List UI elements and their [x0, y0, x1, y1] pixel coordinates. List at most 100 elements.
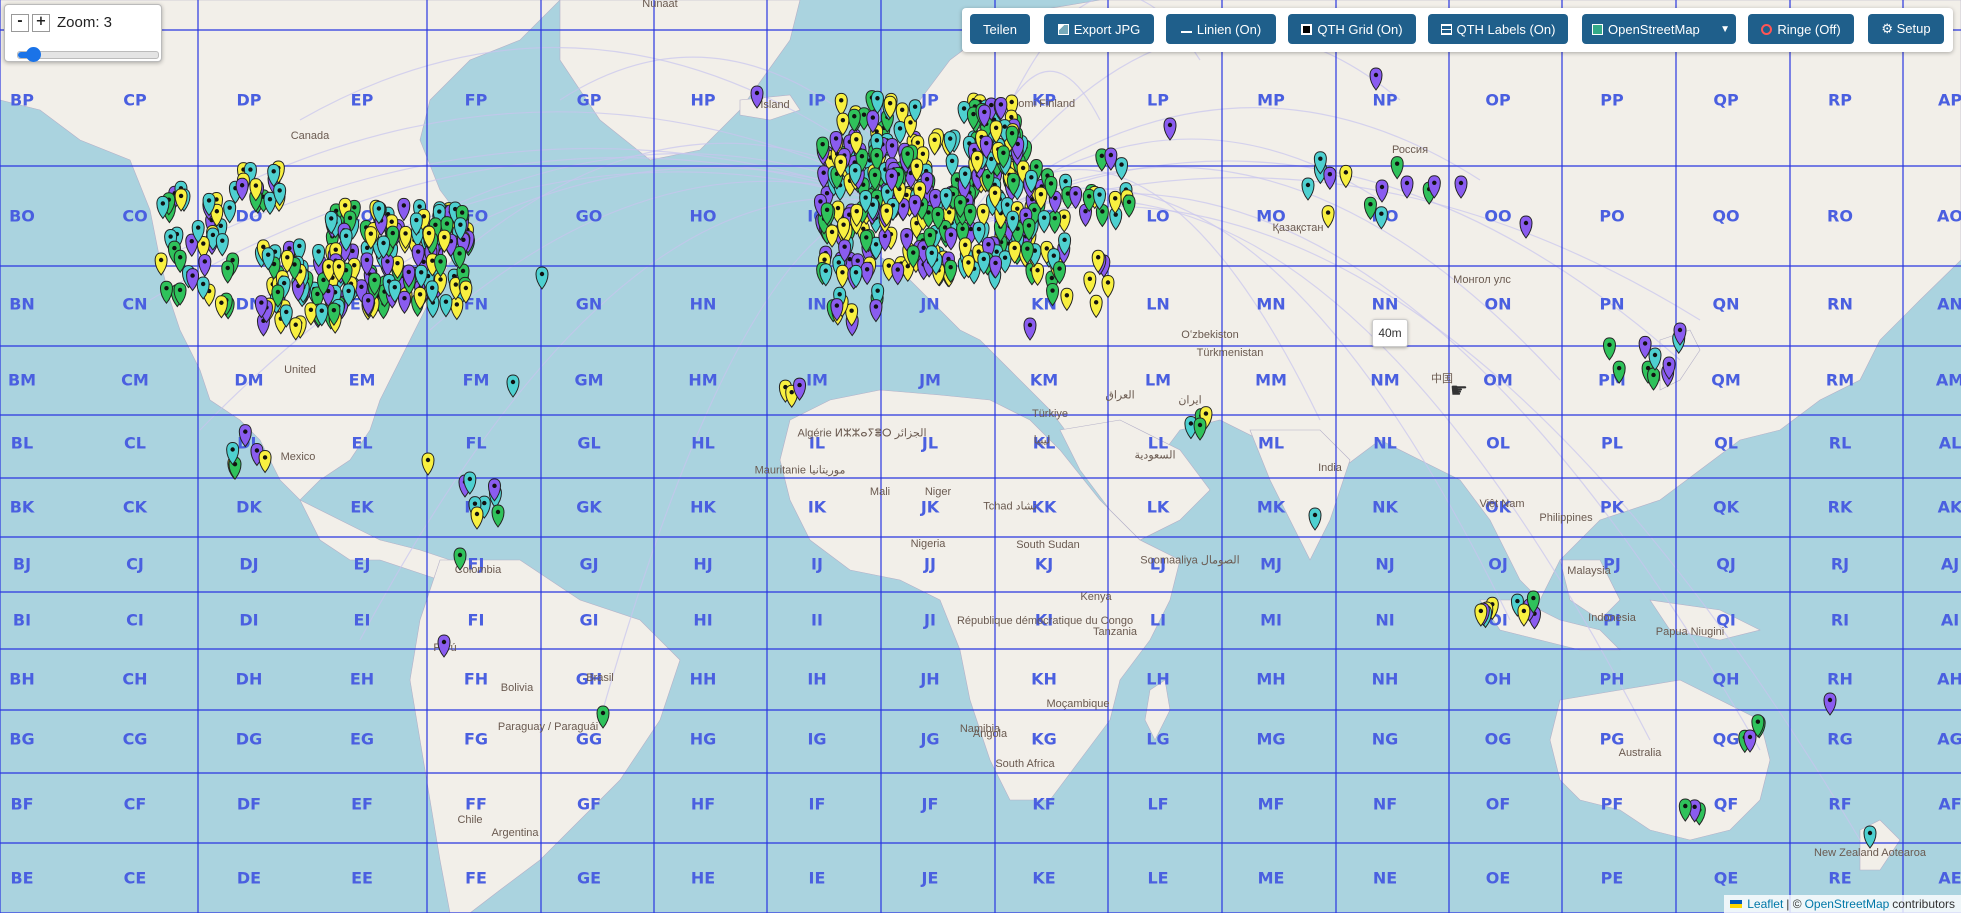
qth-grid-toggle-button[interactable]: QTH Grid (On) [1288, 14, 1416, 44]
map-icon [1592, 23, 1603, 35]
station-marker [1369, 67, 1383, 91]
station-marker [159, 280, 173, 305]
station-marker [258, 449, 272, 474]
station-marker [891, 262, 905, 286]
station-marker [1647, 367, 1661, 391]
export-label: Export JPG [1073, 21, 1141, 37]
lines-label: Linien (On) [1196, 21, 1262, 37]
station-marker [1083, 271, 1097, 295]
image-icon [1057, 23, 1069, 35]
station-marker [238, 424, 252, 448]
station-marker [1519, 215, 1533, 239]
basemap-selected: OpenStreetMap [1608, 21, 1700, 37]
station-marker [1454, 175, 1468, 199]
station-marker [491, 504, 505, 528]
station-marker [215, 233, 229, 257]
qth-labels-toggle-button[interactable]: QTH Labels (On) [1428, 14, 1568, 44]
attribution-separator: | © [1786, 897, 1802, 911]
station-marker [869, 299, 883, 323]
station-marker [1602, 337, 1616, 361]
station-marker [1339, 164, 1353, 189]
line-icon [1180, 31, 1192, 33]
station-marker [928, 132, 942, 156]
qth-labels-label: QTH Labels (On) [1456, 21, 1556, 37]
station-marker [453, 547, 467, 571]
zoom-slider[interactable] [17, 47, 159, 62]
station-marker [596, 705, 610, 729]
zoom-control: - + Zoom: 3 [4, 4, 162, 62]
station-marker [1363, 196, 1377, 221]
station-marker [1048, 210, 1062, 234]
station-marker [221, 260, 235, 284]
station-marker [437, 634, 451, 658]
station-marker [1400, 175, 1414, 199]
grid-labels-icon [1440, 23, 1452, 35]
station-marker [198, 253, 212, 278]
station-marker [1374, 206, 1388, 230]
station-marker [1060, 287, 1074, 312]
station-marker [450, 296, 464, 321]
lines-toggle-button[interactable]: Linien (On) [1166, 14, 1276, 44]
station-marker [1375, 179, 1389, 203]
qth-grid-label: QTH Grid (On) [1317, 21, 1403, 37]
rings-label: Ringe (Off) [1777, 21, 1841, 37]
station-marker [835, 264, 849, 289]
grid-square-icon [1301, 23, 1313, 35]
station-marker [1863, 825, 1877, 849]
attribution-suffix: contributors [1892, 897, 1955, 911]
basemap-select[interactable]: OpenStreetMap ▼ [1582, 14, 1736, 44]
export-jpg-button[interactable]: Export JPG [1044, 14, 1154, 44]
zoom-in-button[interactable]: + [32, 14, 50, 32]
setup-label: ⚙ Setup [1881, 21, 1931, 36]
map-toolbar: Teilen Export JPG Linien (On) QTH Grid (… [962, 8, 1953, 52]
station-marker [1323, 166, 1337, 190]
band-tooltip: 40m [1372, 319, 1408, 347]
station-marker [397, 197, 411, 222]
target-icon [1761, 23, 1773, 35]
station-marker [1069, 185, 1083, 210]
station-marker [535, 266, 549, 290]
station-marker [1023, 317, 1037, 341]
station-marker [860, 261, 874, 286]
ukraine-flag-icon [1730, 900, 1743, 908]
station-marker [506, 374, 520, 398]
osm-link[interactable]: OpenStreetMap [1805, 897, 1890, 911]
station-marker [1823, 692, 1837, 716]
station-marker [1089, 294, 1103, 319]
station-marker [750, 85, 764, 109]
setup-button[interactable]: ⚙ Setup [1868, 14, 1944, 44]
station-marker [1612, 360, 1626, 384]
station-marker [1308, 507, 1322, 531]
station-marker [1104, 147, 1118, 171]
map-canvas[interactable]: BP CP DP EP FP GP HP IP JP KP LP MP NP OP PP QP RP AP BO CO… [0, 0, 1961, 913]
rings-toggle-button[interactable]: Ringe (Off) [1748, 14, 1854, 44]
station-marker [421, 452, 435, 476]
station-marker [1037, 210, 1051, 234]
map-attribution: Leaflet | © OpenStreetMap contributors [1724, 895, 1961, 913]
zoom-level-label: Zoom: 3 [57, 14, 113, 31]
station-marker [1678, 798, 1692, 822]
station-marker [1321, 205, 1335, 229]
station-marker [223, 200, 237, 224]
share-button[interactable]: Teilen [970, 14, 1030, 44]
station-marker [1101, 274, 1115, 299]
station-marker [834, 92, 848, 117]
station-marker [1390, 156, 1404, 180]
leaflet-link[interactable]: Leaflet [1747, 897, 1783, 911]
station-markers[interactable] [0, 0, 1961, 913]
station-marker [1115, 157, 1129, 181]
station-marker [1122, 194, 1136, 218]
station-marker [1046, 283, 1060, 307]
station-marker [1193, 417, 1207, 441]
station-marker [1301, 177, 1315, 201]
zoom-slider-thumb[interactable] [26, 47, 42, 62]
station-marker [439, 294, 453, 318]
station-marker [1517, 603, 1531, 627]
station-marker [885, 137, 899, 162]
station-marker [470, 506, 484, 530]
share-label: Teilen [983, 21, 1017, 37]
hand-cursor-icon: ☛ [1450, 380, 1468, 402]
station-marker [154, 252, 168, 276]
zoom-out-button[interactable]: - [11, 14, 29, 32]
station-marker [397, 290, 411, 315]
